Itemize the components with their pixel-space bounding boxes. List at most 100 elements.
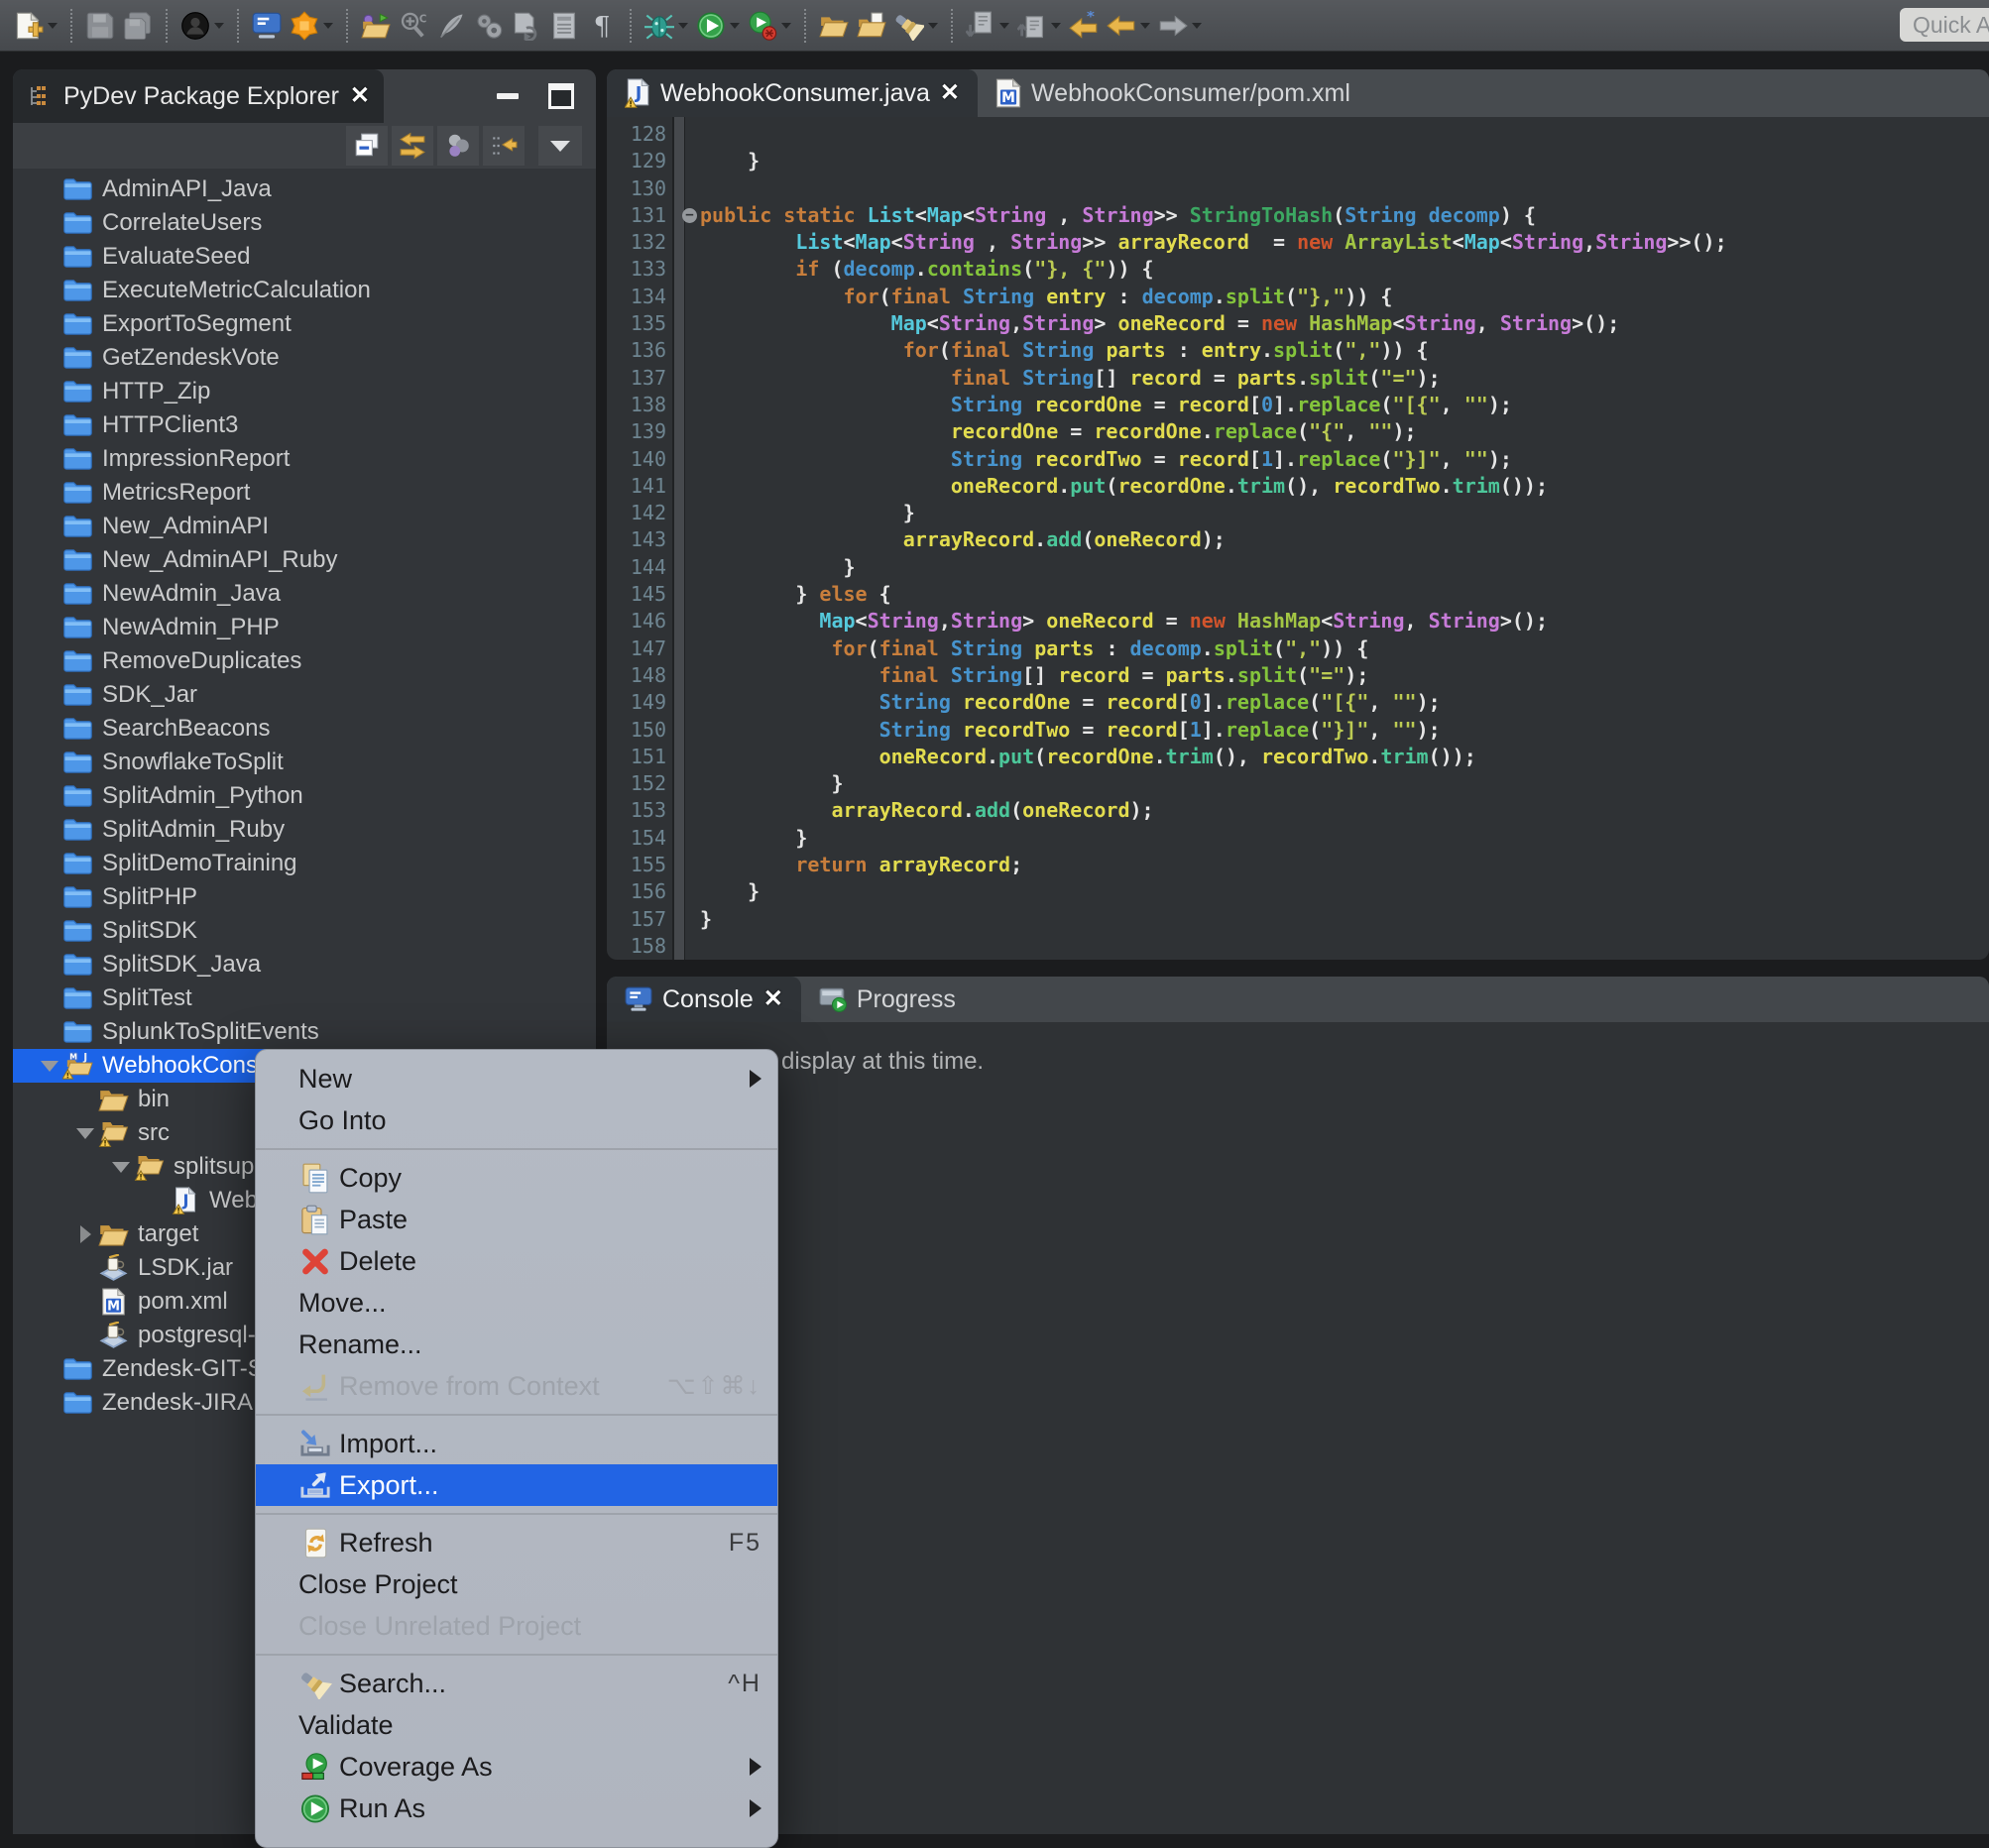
tree-item[interactable]: SplitSDK xyxy=(13,914,596,948)
close-icon[interactable]: ✕ xyxy=(350,84,370,108)
tree-item[interactable]: HTTP_Zip xyxy=(13,375,596,408)
report-doc-button[interactable] xyxy=(545,4,583,48)
back-button[interactable] xyxy=(1103,4,1154,48)
fetch-up-button[interactable] xyxy=(1013,4,1065,48)
account-button[interactable] xyxy=(176,4,228,48)
console-shell-button[interactable] xyxy=(248,4,286,48)
paste-folder-button[interactable] xyxy=(853,4,890,48)
gears-button[interactable] xyxy=(470,4,508,48)
tree-item[interactable]: SnowflakeToSplit xyxy=(13,746,596,779)
feather-button[interactable] xyxy=(432,4,470,48)
forward-button[interactable] xyxy=(1154,4,1206,48)
pin-task-button[interactable]: C xyxy=(395,4,432,48)
menu-item-search[interactable]: Search...^H xyxy=(256,1663,777,1704)
run-button[interactable] xyxy=(692,4,744,48)
tree-item[interactable]: New_AdminAPI xyxy=(13,510,596,543)
flashlight-button[interactable] xyxy=(890,4,942,48)
menu-item-export[interactable]: Export... xyxy=(256,1464,777,1506)
menu-item-close-project[interactable]: Close Project xyxy=(256,1563,777,1605)
last-edit-button[interactable]: * xyxy=(1065,4,1103,48)
tree-item[interactable]: ExecuteMetricCalculation xyxy=(13,274,596,307)
code-editor[interactable]: 128129 }130131−public static List<Map<St… xyxy=(607,117,1989,960)
menu-item-delete[interactable]: Delete xyxy=(256,1240,777,1282)
save-all-button[interactable] xyxy=(119,4,157,48)
new-wizard-button[interactable] xyxy=(10,4,61,48)
pilcrow-button[interactable]: ¶ xyxy=(583,4,621,48)
tree-item-label: target xyxy=(138,1220,198,1248)
tree-item[interactable]: SearchBeacons xyxy=(13,712,596,746)
tab-close-icon[interactable]: ✕ xyxy=(940,81,960,105)
task-orange-button[interactable] xyxy=(286,4,337,48)
console-tab-console[interactable]: Console✕ xyxy=(607,977,801,1022)
view-menu-button[interactable] xyxy=(538,126,582,166)
context-menu: NewGo Into CopyPasteDeleteMove...Rename..… xyxy=(255,1049,778,1848)
menu-item-refresh[interactable]: RefreshF5 xyxy=(256,1522,777,1563)
menu-item-move[interactable]: Move... xyxy=(256,1282,777,1324)
menu-item-import[interactable]: Import... xyxy=(256,1423,777,1464)
tab-close-icon[interactable]: ✕ xyxy=(763,987,783,1011)
maximize-icon[interactable] xyxy=(548,83,574,109)
menu-item-rename[interactable]: Rename... xyxy=(256,1324,777,1365)
tree-item[interactable]: EvaluateSeed xyxy=(13,240,596,274)
menu-item-copy[interactable]: Copy xyxy=(256,1157,777,1199)
tree-item[interactable]: HTTPClient3 xyxy=(13,408,596,442)
tab-pydev-package-explorer[interactable]: PyDev Package Explorer ✕ xyxy=(13,69,384,123)
debug-run-button[interactable] xyxy=(744,4,795,48)
tree-item[interactable]: CorrelateUsers xyxy=(13,206,596,240)
package-presentation-button[interactable] xyxy=(437,126,479,166)
fold-gutter xyxy=(670,662,700,689)
fold-gutter xyxy=(670,121,700,148)
expander-icon[interactable] xyxy=(108,1162,134,1173)
minimize-icon[interactable] xyxy=(497,93,519,99)
code-text: arrayRecord.add(oneRecord); xyxy=(700,526,1226,553)
editor-tab[interactable]: MWebhookConsumer/pom.xml xyxy=(978,69,1368,117)
tree-item[interactable]: ExportToSegment xyxy=(13,307,596,341)
quick-access-box[interactable]: Quick A xyxy=(1900,8,1989,42)
tree-item[interactable]: SplitDemoTraining xyxy=(13,847,596,880)
coverage-icon xyxy=(298,1752,332,1783)
doc-sync-button[interactable] xyxy=(508,4,545,48)
expander-icon[interactable] xyxy=(72,1128,98,1139)
open-folder-button[interactable] xyxy=(815,4,853,48)
menu-item-coverage-as[interactable]: Coverage As xyxy=(256,1746,777,1788)
menu-item-new[interactable]: New xyxy=(256,1058,777,1099)
tree-item[interactable]: SplitAdmin_Ruby xyxy=(13,813,596,847)
open-wizard-button[interactable] xyxy=(357,4,395,48)
menu-item-go-into[interactable]: Go Into xyxy=(256,1099,777,1141)
tree-item[interactable]: NewAdmin_PHP xyxy=(13,611,596,644)
editor-tab[interactable]: JWebhookConsumer.java✕ xyxy=(607,69,978,117)
fetch-down-button[interactable] xyxy=(962,4,1013,48)
svg-text:M: M xyxy=(1001,90,1015,106)
tree-item[interactable]: SplitPHP xyxy=(13,880,596,914)
code-line: 147 for(final String parts : decomp.spli… xyxy=(607,635,1989,662)
link-editor-button[interactable] xyxy=(392,126,433,166)
tree-item[interactable]: GetZendeskVote xyxy=(13,341,596,375)
collapse-all-button[interactable] xyxy=(346,126,388,166)
tree-item[interactable]: AdminAPI_Java xyxy=(13,173,596,206)
tree-item[interactable]: New_AdminAPI_Ruby xyxy=(13,543,596,577)
tree-item[interactable]: SplitAdmin_Python xyxy=(13,779,596,813)
tree-item[interactable]: SplitTest xyxy=(13,982,596,1015)
console-tab-progress[interactable]: Progress xyxy=(801,977,974,1022)
menu-item-run-as[interactable]: Run As xyxy=(256,1788,777,1829)
save-button[interactable] xyxy=(81,4,119,48)
expander-icon[interactable] xyxy=(72,1225,98,1243)
code-text: String recordOne = record[0].replace("[{… xyxy=(700,392,1512,418)
tree-item[interactable]: SplitSDK_Java xyxy=(13,948,596,982)
menu-item-paste[interactable]: Paste xyxy=(256,1199,777,1240)
tree-item[interactable]: SplunkToSplitEvents xyxy=(13,1015,596,1049)
collapse-all-icon xyxy=(353,132,381,160)
paste-folder-icon xyxy=(857,11,886,41)
tree-item[interactable]: RemoveDuplicates xyxy=(13,644,596,678)
menu-item-validate[interactable]: Validate xyxy=(256,1704,777,1746)
filters-button[interactable] xyxy=(483,126,525,166)
tree-item[interactable]: NewAdmin_Java xyxy=(13,577,596,611)
tree-item[interactable]: SDK_Jar xyxy=(13,678,596,712)
expander-icon[interactable] xyxy=(37,1061,62,1072)
debug-run-icon xyxy=(748,11,777,41)
fold-marker-icon[interactable]: − xyxy=(682,208,697,223)
new-beetle-button[interactable] xyxy=(641,4,692,48)
tree-item[interactable]: ImpressionReport xyxy=(13,442,596,476)
tree-item[interactable]: MetricsReport xyxy=(13,476,596,510)
line-number: 156 xyxy=(607,878,670,905)
